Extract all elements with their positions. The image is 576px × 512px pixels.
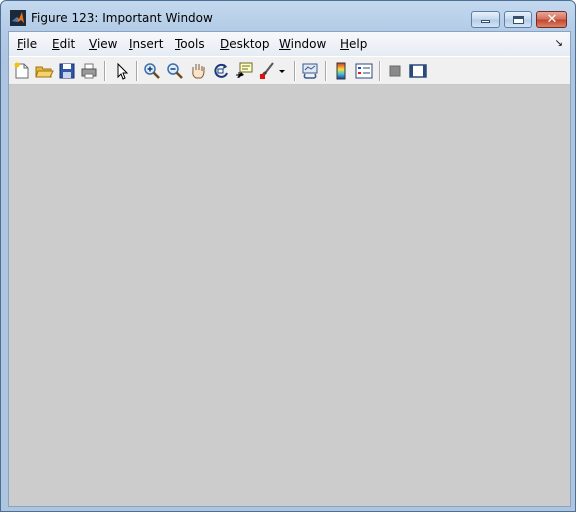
save-icon[interactable] <box>57 61 77 81</box>
menu-edit[interactable]: Edit <box>52 37 75 51</box>
zoom-in-icon[interactable] <box>142 61 162 81</box>
minimize-icon <box>481 20 490 23</box>
figure-toolbar <box>9 56 570 85</box>
toolbar-separator <box>294 61 296 81</box>
window-title: Figure 123: Important Window <box>31 11 213 25</box>
menu-help[interactable]: Help <box>340 37 367 51</box>
maximize-icon <box>513 16 524 24</box>
menu-view[interactable]: View <box>89 37 117 51</box>
client-area: File Edit View Insert Tools Desktop Wind… <box>8 31 571 507</box>
menu-window[interactable]: Window <box>279 37 326 51</box>
insert-legend-icon[interactable] <box>354 61 374 81</box>
figure-canvas[interactable] <box>9 85 570 506</box>
title-bar[interactable]: Figure 123: Important Window ✕ <box>1 1 575 31</box>
hide-plot-tools-icon[interactable] <box>385 61 405 81</box>
menu-desktop[interactable]: Desktop <box>220 37 270 51</box>
minimize-button[interactable] <box>471 11 500 28</box>
edit-plot-icon[interactable] <box>112 61 132 81</box>
show-plot-tools-icon[interactable] <box>408 61 428 81</box>
toolbar-separator <box>104 61 106 81</box>
close-icon: ✕ <box>546 12 558 27</box>
zoom-out-icon[interactable] <box>165 61 185 81</box>
menu-file[interactable]: File <box>17 37 37 51</box>
link-plot-icon[interactable] <box>300 61 320 81</box>
toolbar-separator <box>325 61 327 81</box>
new-figure-icon[interactable] <box>12 61 32 81</box>
insert-colorbar-icon[interactable] <box>331 61 351 81</box>
close-button[interactable]: ✕ <box>536 11 567 28</box>
maximize-button[interactable] <box>504 11 532 28</box>
print-icon[interactable] <box>79 61 99 81</box>
menu-insert[interactable]: Insert <box>129 37 163 51</box>
toolbar-separator <box>136 61 138 81</box>
pan-icon[interactable] <box>188 61 208 81</box>
matlab-icon[interactable] <box>10 10 26 26</box>
brush-icon[interactable] <box>257 61 277 81</box>
menu-tools[interactable]: Tools <box>175 37 205 51</box>
open-file-icon[interactable] <box>34 61 54 81</box>
brush-dropdown-icon[interactable] <box>277 61 287 81</box>
dock-arrow-icon[interactable]: ↘ <box>555 38 563 49</box>
toolbar-separator <box>379 61 381 81</box>
rotate-3d-icon[interactable] <box>211 61 231 81</box>
menu-bar: File Edit View Insert Tools Desktop Wind… <box>9 32 570 56</box>
data-cursor-icon[interactable] <box>234 61 254 81</box>
figure-window: Figure 123: Important Window ✕ File Edit… <box>0 0 576 512</box>
